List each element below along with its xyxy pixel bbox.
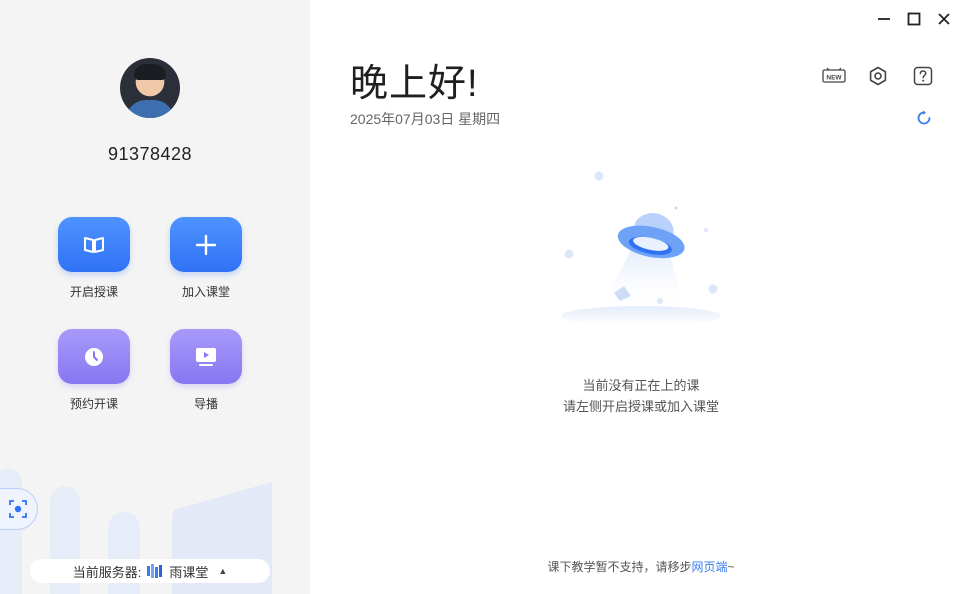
start-class-label: 开启授课 — [69, 285, 118, 299]
close-button[interactable] — [935, 10, 953, 28]
background-decoration — [0, 468, 22, 594]
scan-icon — [9, 500, 27, 518]
refresh-icon[interactable] — [916, 110, 932, 126]
svg-text:NEW: NEW — [826, 74, 842, 81]
settings-icon — [869, 66, 887, 86]
start-class-button[interactable]: 开启授课 — [58, 217, 130, 300]
user-id: 91378428 — [107, 144, 193, 164]
help-button[interactable] — [912, 66, 934, 86]
broadcast-label: 导播 — [193, 397, 218, 411]
server-name: 雨课堂 — [169, 564, 209, 580]
greeting-title: 晚上好! — [350, 63, 479, 105]
minimize-icon — [878, 18, 890, 20]
help-icon — [913, 66, 933, 86]
book-icon — [84, 236, 104, 253]
caret-up-icon: ▲ — [218, 566, 228, 576]
empty-state-hint: 请左侧开启授课或加入课堂 — [562, 399, 719, 414]
maximize-button[interactable] — [905, 10, 923, 28]
close-icon — [938, 13, 950, 25]
broadcast-button[interactable]: 导播 — [170, 329, 242, 412]
schedule-class-label: 预约开课 — [69, 397, 118, 411]
footer-text: 课下教学暂不支持，请移步 — [547, 560, 692, 574]
new-badge-icon: NEW — [822, 67, 846, 83]
whats-new-button[interactable]: NEW — [822, 66, 846, 86]
monitor-icon — [196, 347, 216, 366]
join-class-button[interactable]: 加入课堂 — [170, 217, 242, 300]
maximize-icon — [907, 12, 921, 26]
scan-button[interactable] — [0, 488, 38, 530]
sidebar: 91378428 开启授课 加入课堂 预约开课 导播 当前服务器: 雨课堂 ▲ — [0, 0, 310, 594]
avatar[interactable] — [120, 58, 180, 118]
plus-icon — [195, 234, 217, 255]
settings-button[interactable] — [867, 66, 889, 86]
server-prefix: 当前服务器: — [72, 564, 142, 580]
server-selector[interactable]: 当前服务器: 雨课堂 ▲ — [30, 559, 270, 583]
ufo-empty-illustration — [561, 171, 721, 326]
empty-state-title: 当前没有正在上的课 — [582, 378, 700, 393]
join-class-label: 加入课堂 — [181, 285, 230, 299]
footer-note: 课下教学暂不支持，请移步网页端~ — [470, 558, 812, 575]
rain-classroom-logo-icon — [147, 564, 163, 578]
clock-icon — [85, 347, 103, 366]
current-date: 2025年07月03日 星期四 — [350, 111, 501, 127]
minimize-button[interactable] — [875, 10, 893, 28]
web-version-link[interactable]: 网页端 — [691, 560, 727, 574]
footer-suffix: ~ — [727, 560, 735, 574]
schedule-class-button[interactable]: 预约开课 — [58, 329, 130, 412]
